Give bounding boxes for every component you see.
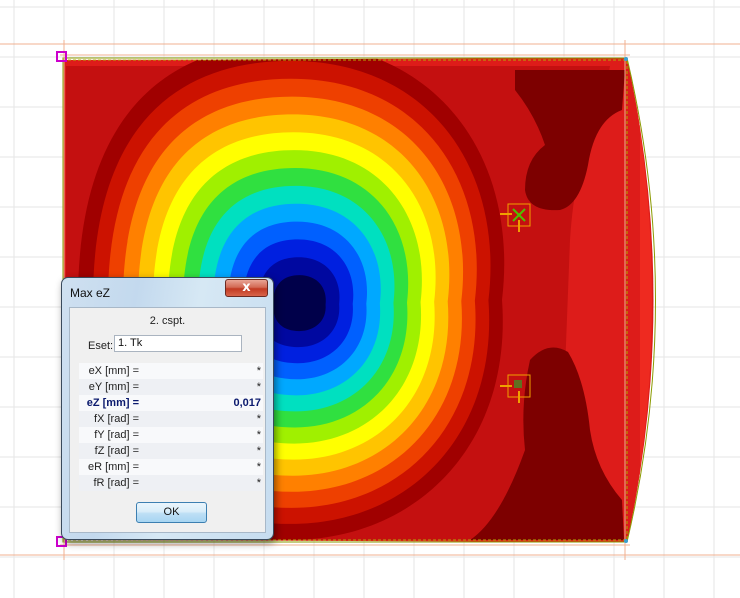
eset-label: Eset:	[88, 340, 114, 352]
result-row: fY [rad] = *	[79, 427, 263, 443]
result-row: eR [mm] = *	[79, 459, 263, 475]
row-label: fY [rad] =	[94, 429, 139, 441]
result-row: eX [mm] = *	[79, 363, 263, 379]
result-row: fR [rad] = *	[79, 475, 263, 491]
row-value: *	[256, 477, 261, 489]
row-label: fZ [rad] =	[94, 445, 139, 457]
row-value: *	[256, 445, 261, 457]
dialog-client: 2. cspt. Eset: 1. Tk eX [mm] = * eY [mm] …	[69, 307, 266, 533]
eset-field[interactable]: 1. Tk	[114, 335, 242, 352]
result-row: eY [mm] = *	[79, 379, 263, 395]
row-label: eX [mm] =	[88, 365, 139, 377]
row-label: eY [mm] =	[88, 381, 139, 393]
ok-button[interactable]: OK	[136, 502, 207, 523]
row-label: eR [mm] =	[87, 461, 139, 473]
result-row: fZ [rad] = *	[79, 443, 263, 459]
row-label: eZ [mm] =	[86, 397, 139, 409]
row-value: *	[256, 413, 261, 425]
max-ez-dialog: Max eZ x 2. cspt. Eset: 1. Tk eX [mm] = *…	[61, 277, 274, 540]
row-label: fR [rad] =	[93, 477, 139, 489]
row-value: *	[256, 461, 261, 473]
result-row: fX [rad] = *	[79, 411, 263, 427]
row-label: fX [rad] =	[94, 413, 139, 425]
row-value: *	[256, 429, 261, 441]
row-value: 0,017	[233, 397, 261, 409]
row-value: *	[256, 381, 261, 393]
dialog-title: Max eZ	[70, 286, 111, 300]
result-row-highlighted: eZ [mm] = 0,017	[79, 395, 263, 411]
dialog-subtitle: 2. cspt.	[149, 315, 186, 327]
result-table: eX [mm] = * eY [mm] = * eZ [mm] = 0,017 fX …	[79, 363, 263, 491]
contour-band	[273, 275, 326, 332]
dialog-titlebar[interactable]: Max eZ x	[62, 278, 273, 306]
close-icon[interactable]: x	[225, 279, 268, 297]
row-value: *	[256, 365, 261, 377]
